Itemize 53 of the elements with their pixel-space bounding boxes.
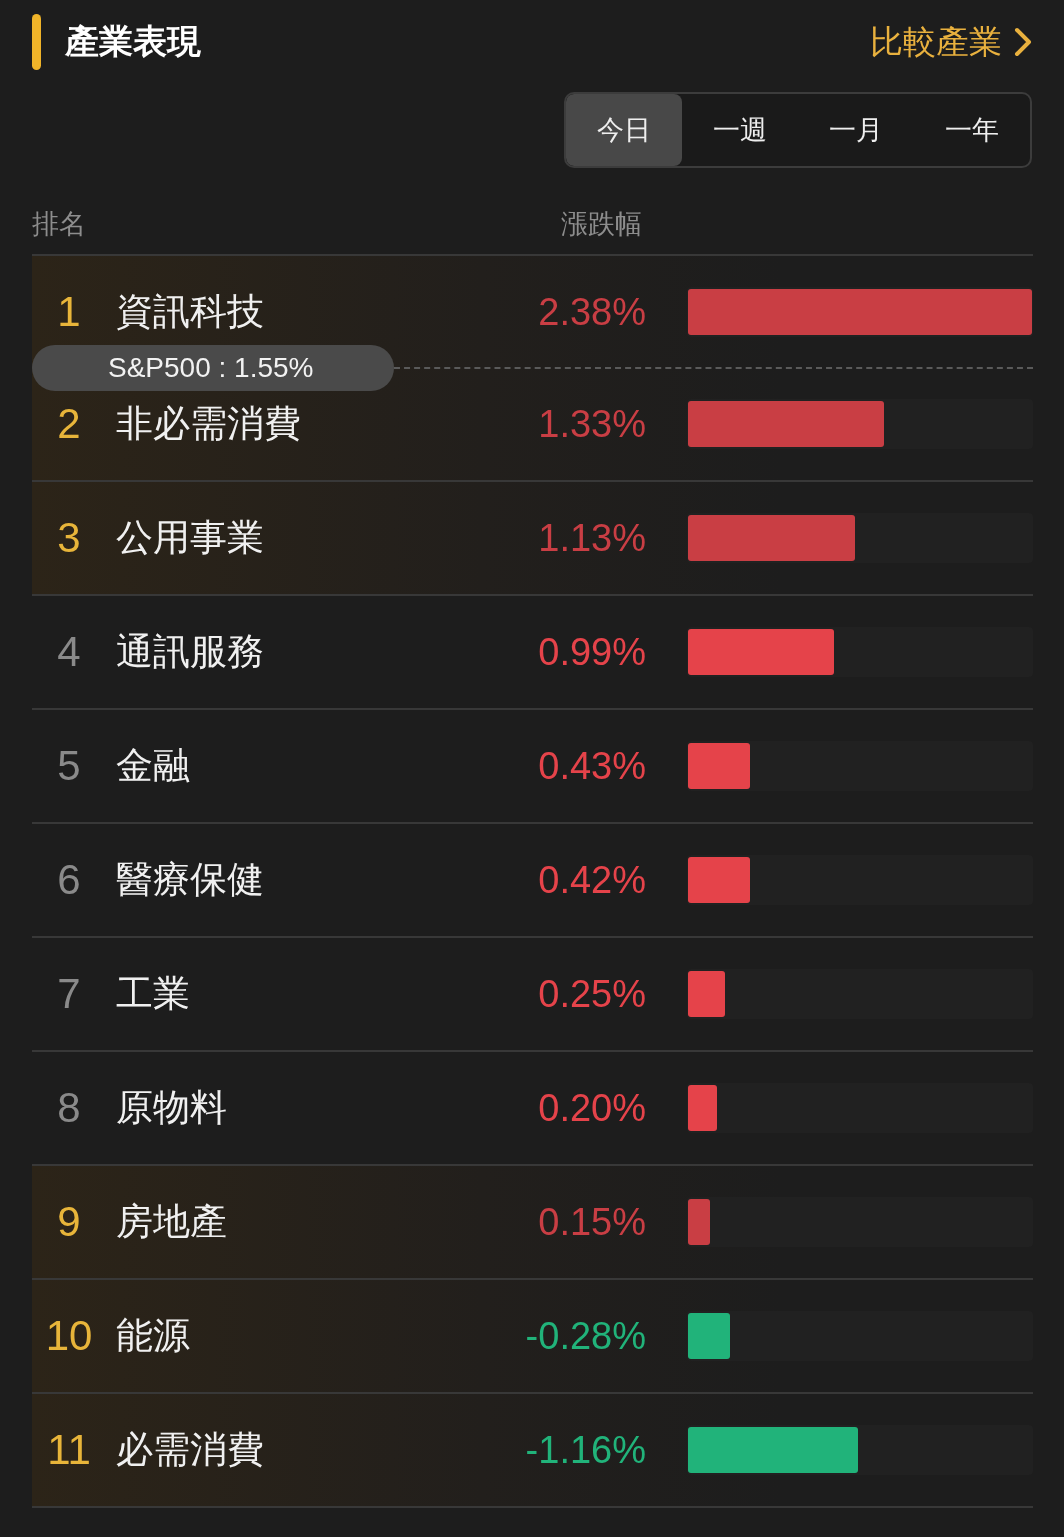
change-percent: 1.33%	[537, 402, 646, 446]
sector-name: 公用事業	[116, 516, 265, 560]
column-header: 漲跌幅	[560, 208, 642, 241]
period-tab[interactable]: 今日	[566, 94, 682, 166]
change-percent: 0.43%	[537, 744, 646, 788]
sector-name: 資訊科技	[116, 290, 265, 334]
rank-number: 1	[56, 288, 82, 336]
sector-row[interactable]: 11 必需消費 -1.16%	[32, 1394, 1033, 1508]
sector-name: 原物料	[116, 1086, 228, 1130]
column-header: 排名	[32, 208, 87, 241]
rank-number: 7	[56, 970, 82, 1018]
rank-number: 8	[56, 1084, 82, 1132]
change-percent: 2.38%	[537, 290, 646, 334]
change-percent: 0.42%	[537, 858, 646, 902]
sector-name: 工業	[116, 972, 191, 1016]
sector-row[interactable]: 3 公用事業 1.13%	[32, 482, 1033, 596]
change-percent: -1.16%	[524, 1428, 646, 1472]
change-percent: 0.20%	[537, 1086, 646, 1130]
chevron-right-icon	[1014, 27, 1032, 57]
sector-row[interactable]: 5 金融 0.43%	[32, 710, 1033, 824]
rank-number: 9	[56, 1198, 82, 1246]
change-percent: 0.25%	[537, 972, 646, 1016]
section-title: 產業表現	[65, 21, 201, 62]
sector-name: 通訊服務	[116, 630, 265, 674]
benchmark-label: S&P500 : 1.55%	[32, 345, 394, 391]
sector-row[interactable]: 7 工業 0.25%	[32, 938, 1033, 1052]
period-tab[interactable]: 一年	[914, 94, 1030, 166]
compare-link[interactable]: 比較產業	[870, 19, 1032, 65]
rank-number: 10	[44, 1312, 94, 1360]
sector-name: 非必需消費	[116, 402, 302, 446]
rank-number: 5	[56, 742, 82, 790]
sector-row[interactable]: 6 醫療保健 0.42%	[32, 824, 1033, 938]
sector-name: 房地產	[116, 1200, 228, 1244]
sector-name: 能源	[116, 1314, 191, 1358]
change-percent: 1.13%	[537, 516, 646, 560]
sector-row[interactable]: 10 能源 -0.28%	[32, 1280, 1033, 1394]
rank-number: 11	[46, 1426, 92, 1474]
sector-name: 金融	[116, 744, 191, 788]
rank-number: 4	[56, 628, 82, 676]
change-percent: 0.99%	[537, 630, 646, 674]
rank-number: 2	[56, 400, 82, 448]
sector-name: 必需消費	[116, 1428, 265, 1472]
rank-number: 6	[56, 856, 82, 904]
sector-row[interactable]: 8 原物料 0.20%	[32, 1052, 1033, 1166]
title-accent-bar	[32, 14, 41, 70]
sector-row[interactable]: 4 通訊服務 0.99%	[32, 596, 1033, 710]
sector-row[interactable]: 9 房地產 0.15%	[32, 1166, 1033, 1280]
change-percent: -0.28%	[524, 1314, 646, 1358]
sector-name: 醫療保健	[116, 858, 265, 902]
period-tab[interactable]: 一月	[798, 94, 914, 166]
change-percent: 0.15%	[537, 1200, 646, 1244]
period-tab[interactable]: 一週	[682, 94, 798, 166]
rank-number: 3	[56, 514, 82, 562]
